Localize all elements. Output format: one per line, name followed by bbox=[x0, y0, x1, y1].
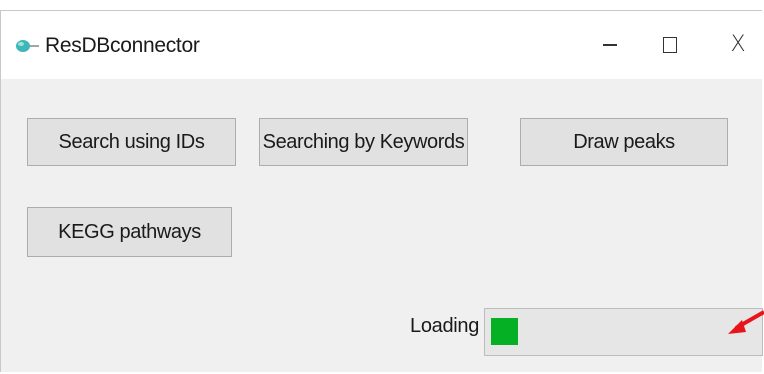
minimize-icon bbox=[603, 44, 617, 46]
maximize-icon bbox=[663, 37, 677, 53]
title-bar[interactable]: ResDBconnector X bbox=[1, 11, 762, 79]
minimize-button[interactable] bbox=[587, 25, 633, 65]
loading-label: Loading bbox=[410, 315, 480, 337]
window-title: ResDBconnector bbox=[45, 34, 200, 57]
maximize-button[interactable] bbox=[647, 25, 693, 65]
close-icon: X bbox=[730, 32, 746, 57]
draw-peaks-button[interactable]: Draw peaks bbox=[520, 118, 728, 166]
app-window: ResDBconnector X Search using IDs Search… bbox=[0, 10, 763, 372]
close-button[interactable]: X bbox=[715, 25, 761, 65]
red-arrow-annotation bbox=[728, 310, 764, 334]
loading-progress-bar bbox=[484, 308, 763, 356]
progress-fill bbox=[491, 318, 518, 345]
search-by-keywords-button[interactable]: Searching by Keywords bbox=[259, 118, 468, 166]
kegg-pathways-button[interactable]: KEGG pathways bbox=[27, 207, 232, 257]
search-using-ids-button[interactable]: Search using IDs bbox=[27, 118, 236, 166]
app-logo-icon bbox=[16, 40, 39, 52]
